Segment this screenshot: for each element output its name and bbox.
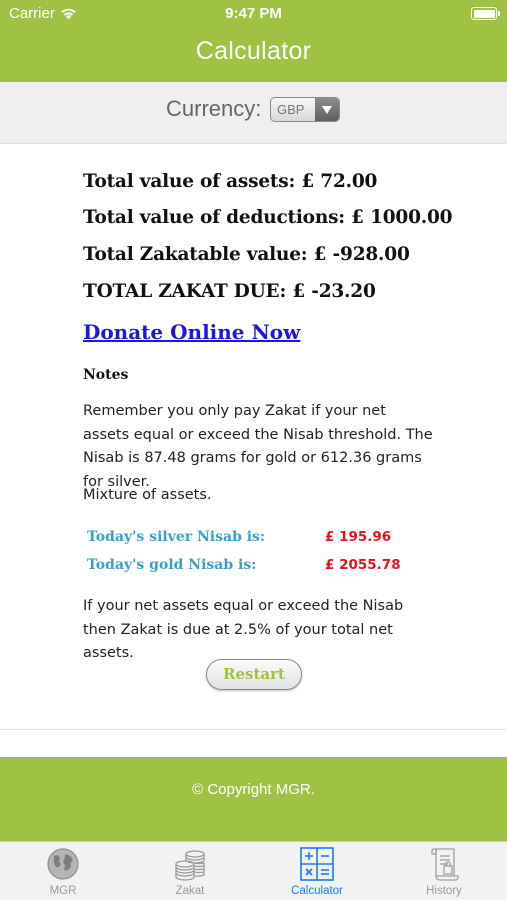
page-title: Calculator: [195, 37, 312, 65]
silver-nisab-value: £ 195.96: [325, 529, 392, 545]
total-assets: Total value of assets: £ 72.00: [83, 171, 378, 192]
coins-icon: [172, 846, 208, 882]
tab-mgr[interactable]: MGR: [0, 842, 126, 900]
battery-icon: [471, 7, 500, 20]
scroll-icon: [426, 846, 462, 882]
tab-calculator[interactable]: Calculator: [254, 842, 380, 900]
currency-label: Currency:: [166, 96, 262, 121]
total-deductions: Total value of deductions: £ 1000.00: [83, 207, 453, 228]
tab-label-zakat: Zakat: [175, 885, 205, 897]
tab-zakat[interactable]: Zakat: [127, 842, 253, 900]
tab-label-mgr: MGR: [49, 885, 77, 897]
globe-icon: [45, 846, 81, 882]
header-bar: Carrier 9:47 PM Calculator: [0, 0, 507, 82]
total-zakat-due: TOTAL ZAKAT DUE: £ -23.20: [83, 281, 376, 302]
silver-nisab-row: Today's silver Nisab is: £ 195.96: [87, 529, 407, 549]
gold-nisab-value: £ 2055.78: [325, 557, 401, 573]
notes-mixture-paragraph: Mixture of assets.: [83, 487, 212, 503]
tab-history[interactable]: History: [381, 842, 507, 900]
total-zakatable: Total Zakatable value: £ -928.00: [83, 244, 410, 265]
tab-label-history: History: [426, 885, 462, 897]
donate-link[interactable]: Donate Online Now: [83, 320, 300, 344]
status-bar: Carrier 9:47 PM: [0, 0, 507, 28]
currency-selected-value: GBP: [277, 102, 305, 117]
tab-label-calculator: Calculator: [291, 885, 343, 897]
calculator-icon: [299, 846, 335, 882]
silver-nisab-label: Today's silver Nisab is:: [87, 529, 266, 545]
notes-heading: Notes: [83, 367, 129, 383]
currency-bar: Currency: GBP: [0, 82, 507, 144]
tab-bar: MGR Zakat Calculator History: [0, 841, 507, 900]
chevron-down-icon: [315, 98, 339, 121]
copyright-text: © Copyright MGR.: [192, 781, 315, 798]
clock: 9:47 PM: [225, 5, 282, 22]
notes-due-paragraph: If your net assets equal or exceed the N…: [83, 598, 404, 661]
footer: © Copyright MGR.: [0, 757, 507, 841]
currency-select[interactable]: GBP: [270, 97, 340, 122]
divider: [0, 729, 507, 730]
notes-nisab-paragraph: Remember you only pay Zakat if your net …: [83, 403, 433, 490]
gold-nisab-label: Today's gold Nisab is:: [87, 557, 257, 573]
gold-nisab-row: Today's gold Nisab is: £ 2055.78: [87, 557, 407, 577]
restart-button[interactable]: Restart: [206, 659, 302, 690]
